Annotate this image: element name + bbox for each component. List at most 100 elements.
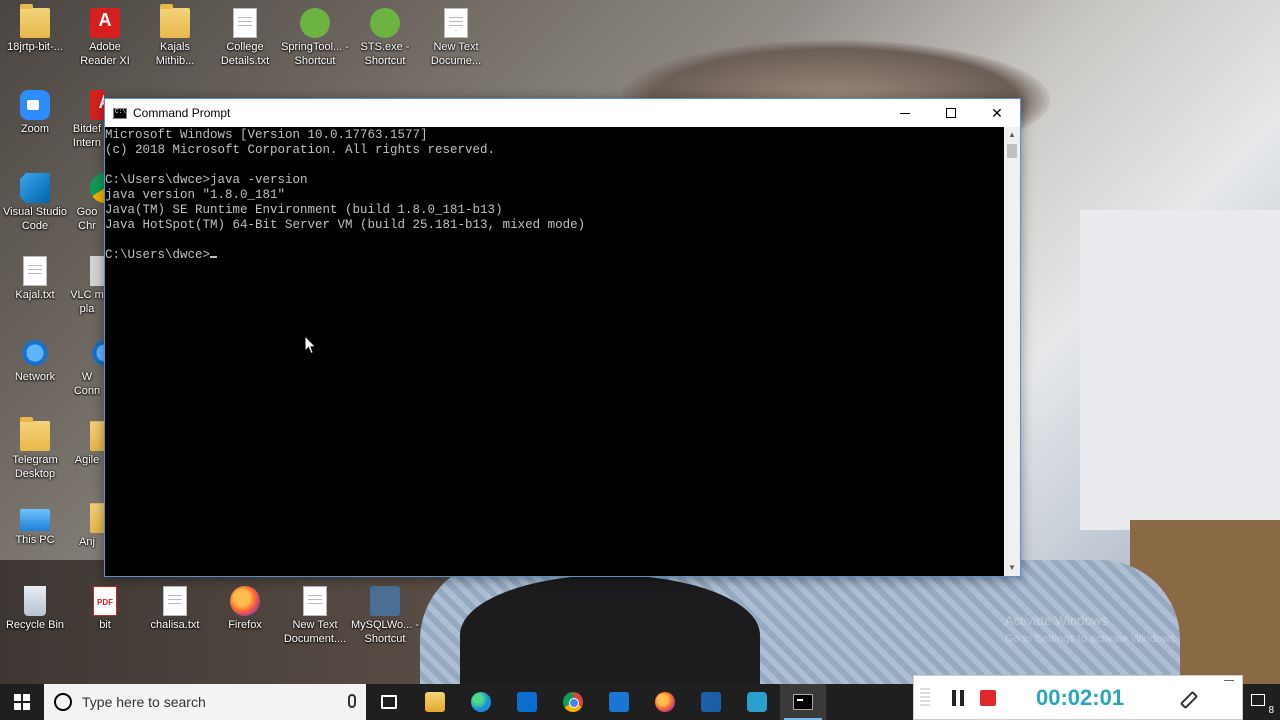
firefox-icon <box>655 692 675 712</box>
desktop-icon-chrome[interactable]: Goo Chr <box>70 173 104 233</box>
desktop-icon-vlc[interactable]: VLC m pla <box>70 256 104 316</box>
start-button[interactable] <box>0 684 44 720</box>
action-center-button[interactable]: 8 <box>1243 684 1280 720</box>
console-line: C:\Users\dwce>java -version <box>105 173 308 187</box>
title-bar[interactable]: Command Prompt ✕ <box>105 99 1020 127</box>
desktop-icon-firefox[interactable]: Firefox <box>210 586 280 632</box>
console-line: Java(TM) SE Runtime Environment (build 1… <box>105 203 503 217</box>
taskbar-command-prompt[interactable] <box>780 684 826 720</box>
zoom-icon <box>20 90 50 120</box>
maximize-button[interactable] <box>928 99 974 127</box>
edge-icon <box>471 692 491 712</box>
minimize-recorder-icon[interactable] <box>1224 680 1234 681</box>
adobe-reader-icon <box>90 8 120 38</box>
pdf-file-icon <box>93 586 117 616</box>
taskbar-task-view[interactable] <box>366 684 412 720</box>
desktop-icon-18jrtp[interactable]: 18jrtp-bit-... <box>0 4 70 54</box>
desktop-icon-recycle[interactable]: Recycle Bin <box>0 586 70 632</box>
desktop-icon-springtool[interactable]: SpringTool... - Shortcut <box>280 8 350 68</box>
desktop-icon-kajals[interactable]: Kajals Mithib... <box>140 4 210 68</box>
taskbar-firefox[interactable] <box>642 684 688 720</box>
prompt-text: C:\Users\dwce> <box>105 248 211 262</box>
minimize-button[interactable] <box>882 99 928 127</box>
activation-watermark: Activate Windows Go to Settings to activ… <box>1005 613 1179 645</box>
text-file-icon <box>303 586 327 616</box>
screen-recorder-widget: 00:02:01 <box>913 675 1243 720</box>
microphone-icon[interactable] <box>348 694 356 708</box>
mysql-icon <box>370 586 400 616</box>
desktop-icon-adobe[interactable]: Adobe Reader XI <box>70 8 140 68</box>
recording-timer: 00:02:01 <box>1036 684 1125 710</box>
notification-icon <box>1251 694 1265 706</box>
desktop-icon-bitdefender[interactable]: Bitdef Intern <box>70 90 104 150</box>
notification-count: 8 <box>1268 705 1274 716</box>
desktop-icon-college[interactable]: College Details.txt <box>210 8 280 68</box>
console-line: Microsoft Windows [Version 10.0.17763.15… <box>105 128 428 142</box>
search-placeholder: Type here to search <box>82 694 206 710</box>
desktop-icon-newtext2[interactable]: New Text Document.... <box>280 586 350 646</box>
photos-icon <box>701 692 721 712</box>
desktop-icon-thispc[interactable]: This PC <box>0 503 70 547</box>
desktop-icon-bit[interactable]: bit <box>70 586 140 632</box>
desktop-icon-mysql[interactable]: MySQLWo... - Shortcut <box>350 586 420 646</box>
mail-icon <box>517 692 537 712</box>
spring-icon <box>300 8 330 38</box>
desktop-icon-network[interactable]: Network <box>0 338 70 384</box>
text-file-icon <box>444 8 468 38</box>
console-output[interactable]: Microsoft Windows [Version 10.0.17763.15… <box>105 127 1005 576</box>
taskbar-edge[interactable] <box>458 684 504 720</box>
text-file-icon <box>163 586 187 616</box>
desktop-icon-vscode[interactable]: Visual Studio Code <box>0 173 70 233</box>
drag-handle-icon[interactable] <box>920 687 930 708</box>
desktop-icon-newtext1[interactable]: New Text Docume... <box>421 8 491 68</box>
vscode-icon <box>20 173 50 203</box>
cortana-icon <box>54 693 72 711</box>
desktop-icon-wconn[interactable]: W Conn <box>70 338 104 398</box>
folder-icon <box>90 503 104 533</box>
desktop-icon-anj[interactable]: Anj <box>70 503 104 549</box>
command-prompt-icon <box>793 694 813 710</box>
desktop-icon-chalisa[interactable]: chalisa.txt <box>140 586 210 632</box>
desktop-icon-sts[interactable]: STS.exe - Shortcut <box>350 8 420 68</box>
window-title: Command Prompt <box>133 106 231 120</box>
stop-button[interactable] <box>980 689 996 706</box>
chrome-icon <box>90 173 104 203</box>
taskbar-photos[interactable] <box>688 684 734 720</box>
desktop-icon-telegram[interactable]: Telegram Desktop <box>0 417 70 481</box>
draw-pen-icon[interactable] <box>1176 688 1196 708</box>
connect-icon <box>90 338 104 368</box>
camera-icon <box>747 692 767 712</box>
wallpaper-wall <box>1080 210 1280 530</box>
vertical-scrollbar[interactable]: ▲ ▼ <box>1004 127 1020 576</box>
console-prompt-line[interactable]: C:\Users\dwce> <box>105 248 1005 263</box>
bitdefender-icon <box>90 90 104 120</box>
console-line: java version "1.8.0_181" <box>105 188 286 202</box>
command-prompt-window[interactable]: Command Prompt ✕ Microsoft Windows [Vers… <box>104 98 1021 577</box>
taskbar-camera[interactable] <box>734 684 780 720</box>
taskbar-file-explorer[interactable] <box>412 684 458 720</box>
taskbar-chrome[interactable] <box>550 684 596 720</box>
taskbar-mail[interactable] <box>504 684 550 720</box>
desktop-icon-agile[interactable]: Agile <box>70 421 104 467</box>
folder-icon <box>160 4 190 38</box>
close-button[interactable]: ✕ <box>974 99 1020 127</box>
command-prompt-icon <box>113 107 127 119</box>
firefox-icon <box>230 586 260 616</box>
taskbar-search-box[interactable]: Type here to search <box>44 684 366 720</box>
wallpaper-knee <box>460 575 760 695</box>
pause-button[interactable] <box>948 688 968 708</box>
chrome-icon <box>563 692 583 712</box>
scroll-up-icon[interactable]: ▲ <box>1004 127 1020 143</box>
folder-icon <box>20 417 50 451</box>
file-explorer-icon <box>425 692 445 712</box>
recycle-bin-icon <box>24 586 46 616</box>
scroll-thumb[interactable] <box>1007 144 1017 158</box>
computer-icon <box>20 509 50 531</box>
desktop-icon-zoom[interactable]: Zoom <box>0 90 70 136</box>
taskbar-store[interactable] <box>596 684 642 720</box>
windows-logo-icon <box>14 694 30 710</box>
desktop-icon-kajaltxt[interactable]: Kajal.txt <box>0 256 70 302</box>
close-icon: ✕ <box>991 104 1003 121</box>
scroll-down-icon[interactable]: ▼ <box>1004 560 1020 576</box>
network-icon <box>20 338 50 368</box>
